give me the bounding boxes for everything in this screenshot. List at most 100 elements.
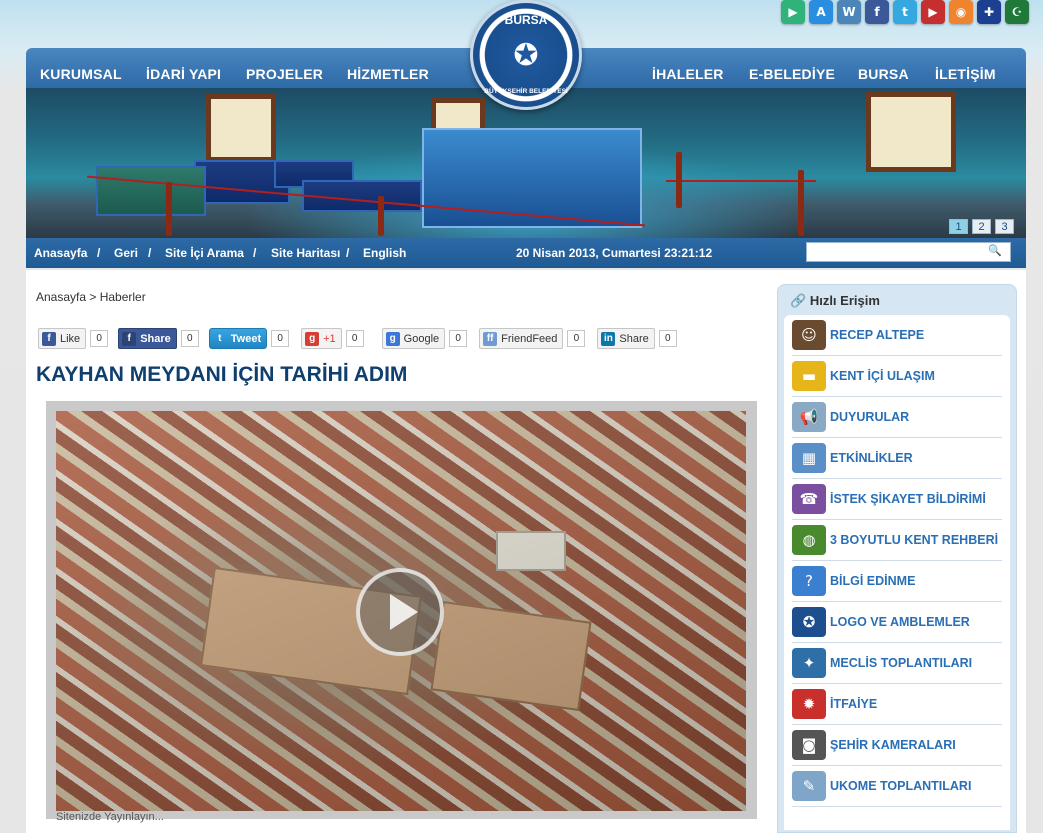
friendfeed-button[interactable]: ff FriendFeed bbox=[479, 328, 564, 349]
twitter-icon[interactable]: t bbox=[893, 0, 917, 24]
sidebar-item[interactable]: ? BİLGİ EDİNME bbox=[792, 561, 1002, 602]
wordpress-icon[interactable]: W bbox=[837, 0, 861, 24]
friendfeed-label: FriendFeed bbox=[501, 332, 558, 345]
search-input[interactable] bbox=[806, 242, 1011, 262]
video-frame bbox=[46, 401, 757, 819]
subnav-site-haritasi[interactable]: Site Haritası bbox=[271, 246, 340, 260]
sidebar-item[interactable]: ✪ LOGO VE AMBLEMLER bbox=[792, 602, 1002, 643]
rss-icon[interactable]: ◉ bbox=[949, 0, 973, 24]
nav-e-belediye[interactable]: E-BELEDİYE bbox=[749, 66, 835, 82]
app-store-icon[interactable]: A bbox=[809, 0, 833, 24]
subnav-geri[interactable]: Geri bbox=[114, 246, 138, 260]
subnav-english[interactable]: English bbox=[363, 246, 406, 260]
subnav-site-ici-arama[interactable]: Site İçi Arama bbox=[165, 246, 244, 260]
google-plus-button[interactable]: g +1 bbox=[301, 328, 342, 349]
link-icon: 🔗 bbox=[790, 294, 807, 309]
nav-hizmetler[interactable]: HİZMETLER bbox=[347, 66, 429, 82]
bursa-logo[interactable]: BURSA ✪ BÜYÜKŞEHİR BELEDİYESİ bbox=[470, 0, 582, 110]
banner-window-left bbox=[206, 94, 276, 162]
linkedin-icon: in bbox=[601, 331, 616, 346]
nav-iletisim[interactable]: İLETİŞİM bbox=[935, 66, 996, 82]
banner-post bbox=[378, 196, 384, 236]
sidebar-item[interactable]: ✦ MECLİS TOPLANTILARI bbox=[792, 643, 1002, 684]
sidebar-item[interactable]: ▬ KENT İÇİ ULAŞIM bbox=[792, 356, 1002, 397]
google-play-icon[interactable]: ▶ bbox=[781, 0, 805, 24]
nav-ihaleler[interactable]: İHALELER bbox=[652, 66, 724, 82]
banner-post bbox=[798, 170, 804, 236]
sidebar-item-label: UKOME TOPLANTILARI bbox=[830, 779, 972, 793]
facebook-like-button[interactable]: f Like bbox=[38, 328, 87, 349]
subnav-separator: / bbox=[346, 246, 350, 260]
social-icons: ▶ A Wf t ▶ ◉ ✚ ☪ bbox=[781, 0, 1029, 24]
google-count: 0 bbox=[449, 330, 468, 347]
search-icon[interactable]: 🔍 bbox=[988, 244, 1002, 257]
header-banner: 1 2 3 bbox=[26, 88, 1026, 238]
banner-page-1[interactable]: 1 bbox=[949, 219, 968, 234]
sidebar-item[interactable]: ◙ ŞEHİR KAMERALARI bbox=[792, 725, 1002, 766]
sidebar-item[interactable]: ◍ 3 BOYUTLU KENT REHBERİ bbox=[792, 520, 1002, 561]
fb-share-label: Share bbox=[140, 332, 171, 345]
sidebar-item[interactable]: ✎ UKOME TOPLANTILARI bbox=[792, 766, 1002, 807]
sub-nav: Anasayfa / Geri / Site İçi Arama / Site … bbox=[26, 238, 1026, 268]
friendfeed-icon: ff bbox=[483, 331, 498, 346]
sidebar-item[interactable]: ✹ İTFAİYE bbox=[792, 684, 1002, 725]
globe-icon: ◍ bbox=[792, 525, 826, 555]
gplus-label: +1 bbox=[323, 332, 336, 345]
sidebar-heading-label: Hızlı Erişim bbox=[809, 293, 880, 308]
arabic-flag-icon[interactable]: ☪ bbox=[1005, 0, 1029, 24]
google-icon: g bbox=[385, 331, 400, 346]
english-flag-icon[interactable]: ✚ bbox=[977, 0, 1001, 24]
banner-page-3[interactable]: 3 bbox=[995, 219, 1014, 234]
subnav-anasayfa[interactable]: Anasayfa bbox=[34, 246, 87, 260]
emblem-icon: ✪ bbox=[513, 37, 539, 73]
linkedin-share-button[interactable]: in Share bbox=[597, 328, 655, 349]
banner-page-2[interactable]: 2 bbox=[972, 219, 991, 234]
subnav-separator: / bbox=[97, 246, 101, 260]
gplus-count: 0 bbox=[345, 330, 364, 347]
sidebar-item-label: BİLGİ EDİNME bbox=[830, 574, 916, 588]
sidebar-item[interactable]: 📢 DUYURULAR bbox=[792, 397, 1002, 438]
banner-window-right bbox=[866, 92, 956, 172]
facebook-icon: f bbox=[122, 331, 137, 346]
embed-caption[interactable]: Sitenizde Yayınlayın... bbox=[56, 811, 164, 823]
video-player[interactable] bbox=[56, 411, 746, 811]
sidebar-item-label: ŞEHİR KAMERALARI bbox=[830, 738, 956, 752]
sidebar-heading: 🔗 Hızlı Erişim bbox=[790, 293, 880, 309]
banner-post bbox=[166, 182, 172, 236]
tweet-button[interactable]: t Tweet bbox=[208, 328, 268, 349]
google-label: Google bbox=[403, 332, 440, 345]
user-feedback-icon: ☎ bbox=[792, 484, 826, 514]
bus-icon: ▬ bbox=[792, 361, 826, 391]
nav-kurumsal[interactable]: KURUMSAL bbox=[40, 66, 122, 82]
nav-idari-yapi[interactable]: İDARİ YAPI bbox=[146, 66, 221, 82]
linkedin-label: Share bbox=[619, 332, 649, 345]
share-bar: f Like 0 f Share 0 t Tweet 0 g +1 0 g Go… bbox=[38, 328, 677, 349]
assembly-icon: ✦ bbox=[792, 648, 826, 678]
facebook-icon[interactable]: f bbox=[865, 0, 889, 24]
camera-icon: ◙ bbox=[792, 730, 826, 760]
person-photo-icon: ☺ bbox=[792, 320, 826, 350]
sidebar-item[interactable]: ▦ ETKİNLİKLER bbox=[792, 438, 1002, 479]
facebook-share-button[interactable]: f Share bbox=[118, 328, 177, 349]
sidebar-item-label: KENT İÇİ ULAŞIM bbox=[830, 369, 935, 383]
fire-department-icon: ✹ bbox=[792, 689, 826, 719]
sidebar-item-label: İTFAİYE bbox=[830, 697, 878, 711]
quick-access-list: ☺ RECEP ALTEPE ▬ KENT İÇİ ULAŞIM 📢 DUYURULAR ▦… bbox=[784, 315, 1010, 830]
youtube-icon[interactable]: ▶ bbox=[921, 0, 945, 24]
nav-projeler[interactable]: PROJELER bbox=[246, 66, 323, 82]
banner-main-sarcophagus bbox=[422, 128, 642, 228]
nav-bursa[interactable]: BURSA bbox=[858, 66, 909, 82]
linkedin-count: 0 bbox=[658, 330, 677, 347]
current-date: 20 Nisan 2013, Cumartesi 23:21:12 bbox=[516, 246, 713, 260]
play-icon[interactable] bbox=[356, 568, 444, 656]
sidebar-item-label: DUYURULAR bbox=[830, 410, 910, 424]
sidebar-item-label: MECLİS TOPLANTILARI bbox=[830, 656, 973, 670]
sidebar-item[interactable]: ☺ RECEP ALTEPE bbox=[792, 315, 1002, 356]
like-label: Like bbox=[60, 332, 81, 345]
sidebar-item-label: RECEP ALTEPE bbox=[830, 328, 925, 342]
logo-subtitle: BÜYÜKŞEHİR BELEDİYESİ bbox=[484, 88, 568, 95]
subnav-separator: / bbox=[253, 246, 257, 260]
google-bookmark-button[interactable]: g Google bbox=[381, 328, 446, 349]
sidebar-item[interactable]: ☎ İSTEK ŞİKAYET BİLDİRİMİ bbox=[792, 479, 1002, 520]
sidebar-item-label: ETKİNLİKLER bbox=[830, 451, 913, 465]
